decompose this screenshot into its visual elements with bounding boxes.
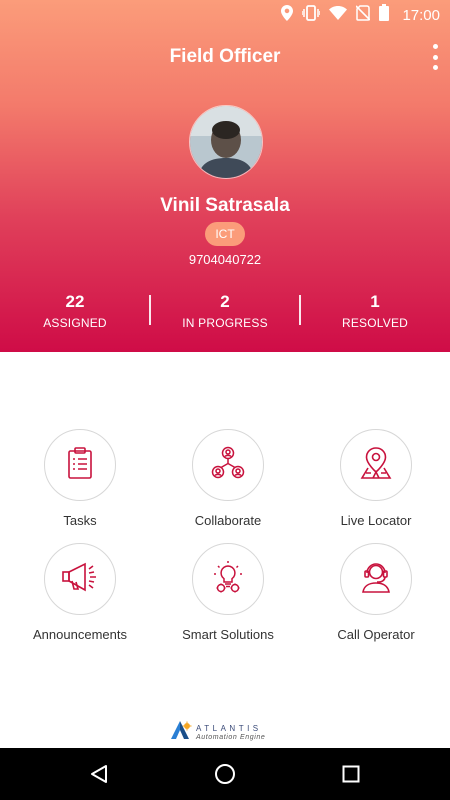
brand-logo: ATLANTIS Automation Engine	[170, 720, 265, 745]
brand-name: ATLANTIS	[196, 723, 262, 733]
tile-label: Call Operator	[337, 627, 415, 642]
stat-value: 2	[220, 292, 230, 311]
stat-resolved[interactable]: 1 RESOLVED	[300, 292, 450, 330]
department-badge: ICT	[205, 222, 245, 246]
tile-label: Collaborate	[194, 513, 262, 528]
status-time: 17:00	[402, 6, 440, 24]
home-icon[interactable]	[212, 761, 238, 787]
vibrate-icon	[301, 4, 322, 26]
profile-header: 17:00 Field Officer Vinil Satrasala ICT …	[0, 0, 450, 352]
system-nav-bar	[0, 748, 450, 800]
megaphone-icon	[61, 561, 99, 598]
map-pin-icon	[359, 446, 393, 485]
phone-number: 9704040722	[188, 252, 262, 267]
stat-label: ASSIGNED	[43, 316, 107, 330]
stat-value: 22	[65, 292, 85, 311]
stat-in-progress[interactable]: 2 IN PROGRESS	[150, 292, 300, 330]
more-vert-icon[interactable]	[428, 44, 442, 70]
tile-label: Announcements	[33, 627, 127, 642]
recents-icon[interactable]	[338, 761, 364, 787]
tile-icon-circle[interactable]	[340, 429, 412, 501]
headset-operator-icon	[359, 560, 393, 599]
stat-assigned[interactable]: 22 ASSIGNED	[0, 292, 150, 330]
lightbulb-gear-icon	[210, 559, 246, 600]
tile-icon-circle[interactable]	[44, 543, 116, 615]
stat-label: RESOLVED	[341, 316, 409, 330]
battery-icon	[379, 4, 390, 26]
tile-icon-circle[interactable]	[192, 429, 264, 501]
tile-live-locator[interactable]: Live Locator	[311, 429, 441, 528]
page-title: Field Officer	[169, 46, 281, 67]
tile-label: Smart Solutions	[182, 627, 274, 642]
wifi-icon	[329, 5, 348, 25]
tile-announcements[interactable]: Announcements	[15, 543, 145, 642]
no-sim-icon	[355, 4, 372, 26]
user-name: Vinil Satrasala	[160, 195, 290, 216]
tile-icon-circle[interactable]	[44, 429, 116, 501]
tile-label: Live Locator	[340, 513, 412, 528]
location-icon	[281, 4, 294, 26]
tile-label: Tasks	[63, 513, 97, 528]
back-icon[interactable]	[86, 761, 112, 787]
tile-icon-circle[interactable]	[340, 543, 412, 615]
brand-tagline: Automation Engine	[196, 733, 266, 741]
atlantis-logo-icon	[170, 720, 192, 745]
clipboard-checklist-icon	[63, 446, 97, 485]
collaborate-people-icon	[210, 446, 246, 485]
tile-icon-circle[interactable]	[192, 543, 264, 615]
tile-call-operator[interactable]: Call Operator	[311, 543, 441, 642]
tile-tasks[interactable]: Tasks	[15, 429, 145, 528]
tile-collaborate[interactable]: Collaborate	[163, 429, 293, 528]
avatar[interactable]	[189, 105, 263, 179]
status-bar: 17:00	[0, 0, 450, 28]
stat-label: IN PROGRESS	[182, 316, 268, 330]
tile-smart-solutions[interactable]: Smart Solutions	[163, 543, 293, 642]
stat-value: 1	[370, 292, 380, 311]
